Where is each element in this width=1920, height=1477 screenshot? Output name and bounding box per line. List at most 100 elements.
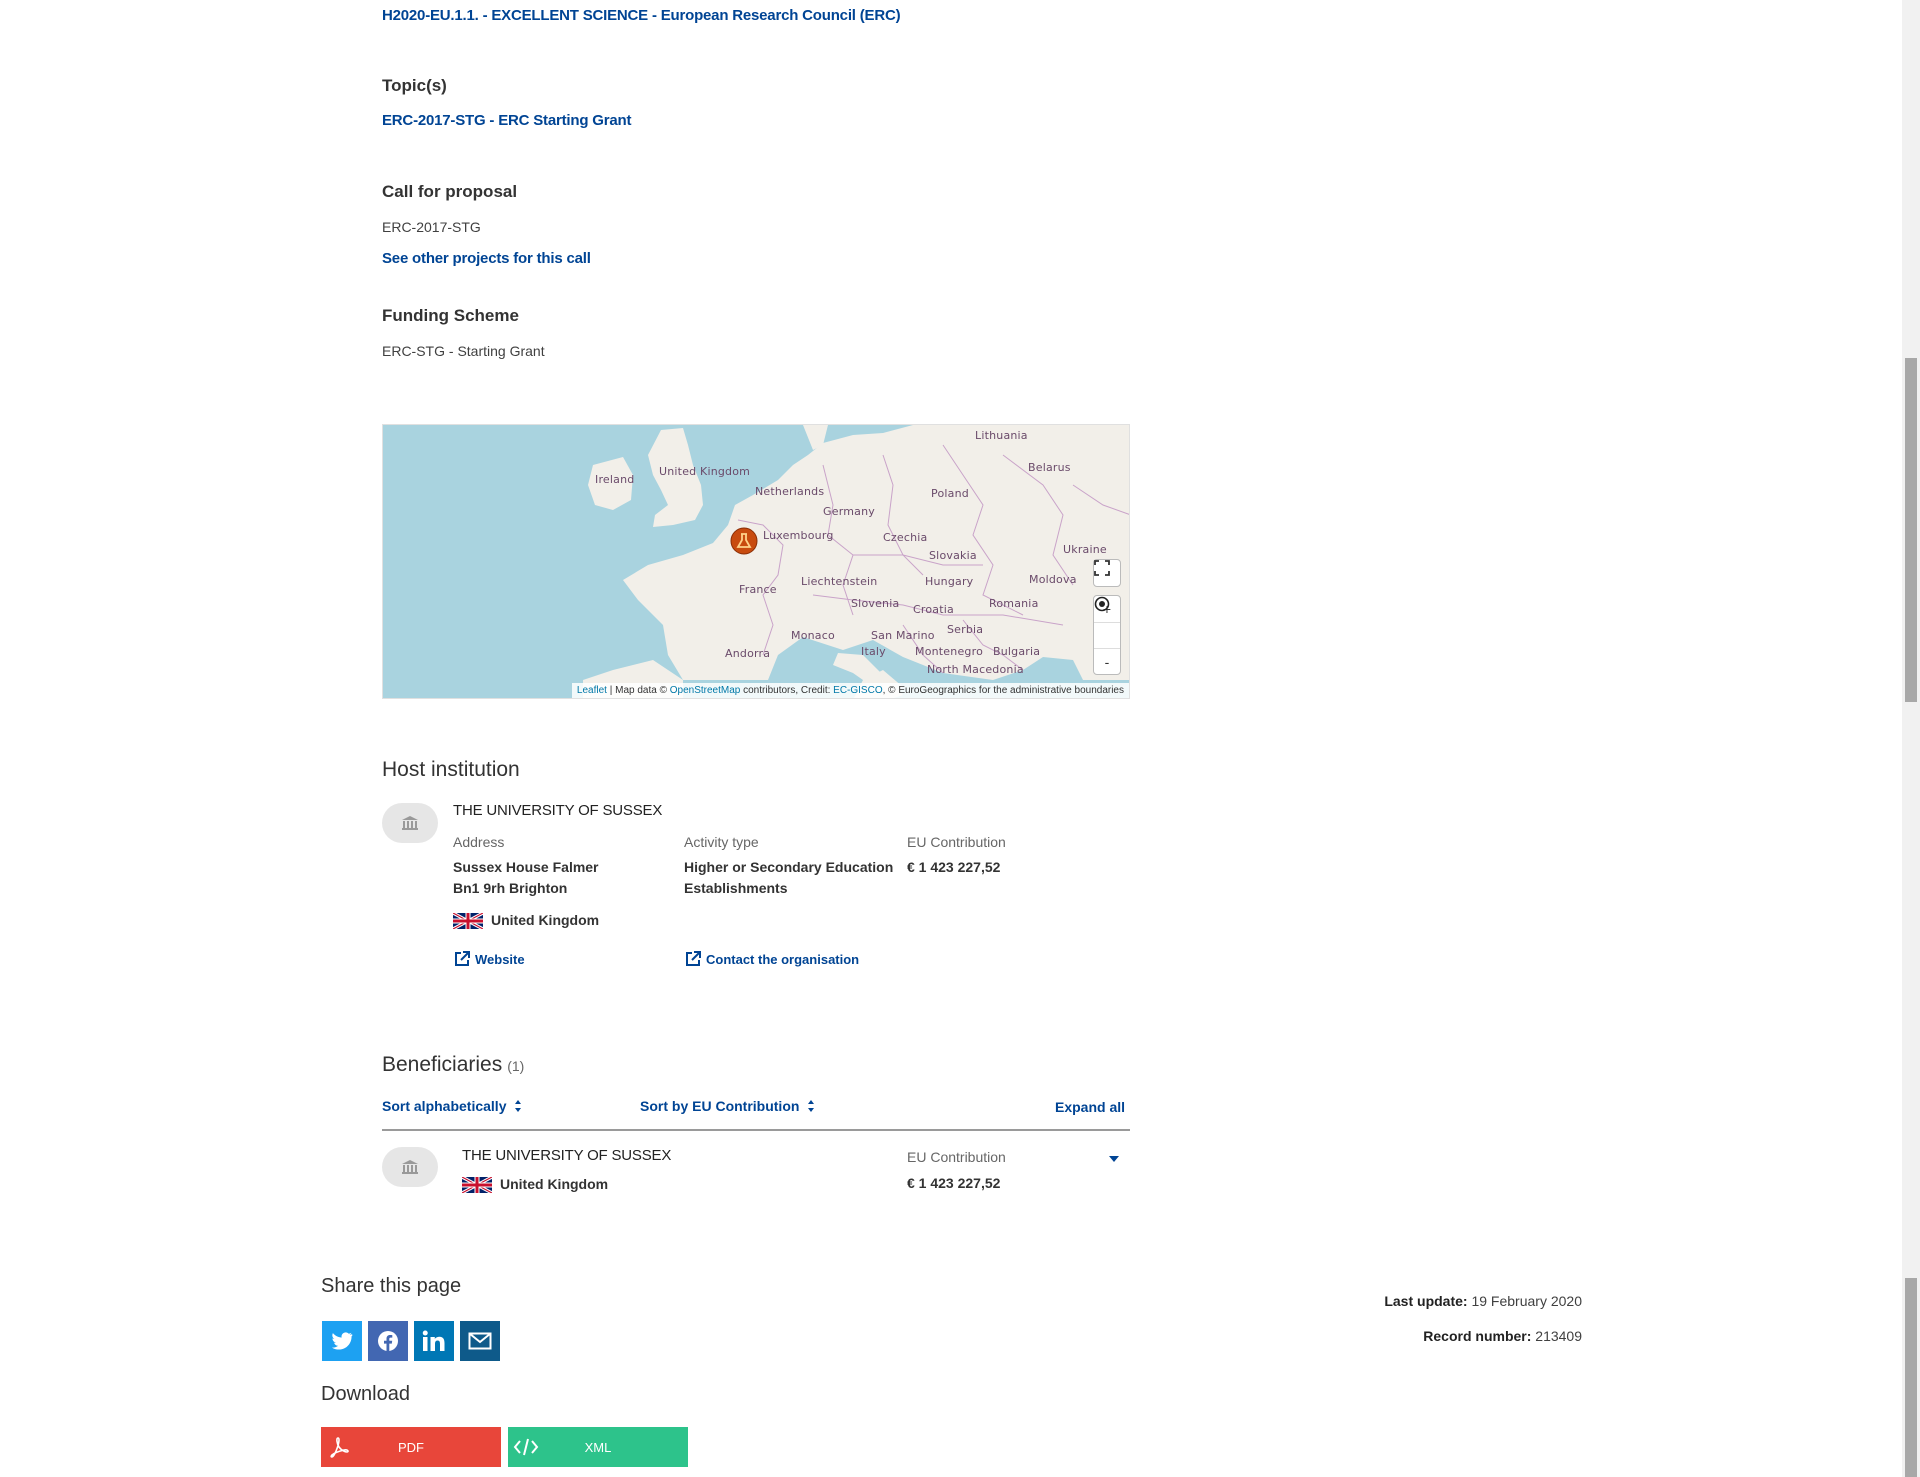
map-label-croatia: Croatia xyxy=(913,603,954,616)
map-label-united-kingdom: United Kingdom xyxy=(659,465,751,478)
activity-line-1: Higher or Secondary Education xyxy=(684,859,894,875)
last-update-label: Last update: xyxy=(1384,1293,1468,1309)
map-label-andorra: Andorra xyxy=(725,647,771,660)
page-scrollbar[interactable] xyxy=(1902,0,1920,1477)
map-label-lithuania: Lithuania xyxy=(975,429,1028,442)
external-link-icon xyxy=(686,951,701,966)
host-org-name: THE UNIVERSITY OF SUSSEX xyxy=(453,802,663,819)
expand-all-button[interactable]: Expand all xyxy=(1055,1099,1125,1115)
topic-link[interactable]: ERC-2017-STG - ERC Starting Grant xyxy=(382,112,631,129)
twitter-share-button[interactable] xyxy=(322,1321,362,1361)
locate-button[interactable] xyxy=(1094,596,1120,648)
address-label: Address xyxy=(453,834,505,850)
linkedin-share-button[interactable] xyxy=(414,1321,454,1361)
address-line-2: Bn1 9rh Brighton xyxy=(453,880,568,896)
leaflet-link[interactable]: Leaflet xyxy=(577,685,607,696)
scrollbar-thumb-lower[interactable] xyxy=(1905,1278,1917,1477)
institution-icon xyxy=(402,816,418,830)
map-label-serbia: Serbia xyxy=(947,623,984,636)
external-link-icon xyxy=(455,951,470,966)
map-label-slovakia: Slovakia xyxy=(929,549,977,562)
flask-marker-icon xyxy=(730,527,758,555)
beneficiaries-divider xyxy=(382,1129,1130,1131)
attribution-text-3: , © EuroGeographics for the administrati… xyxy=(882,685,1124,696)
map-label-bulgaria: Bulgaria xyxy=(993,645,1041,658)
beneficiaries-heading: Beneficiaries (1) xyxy=(382,1053,524,1077)
expand-row-button[interactable] xyxy=(1108,1150,1120,1168)
linkedin-icon xyxy=(422,1330,445,1351)
host-org-badge xyxy=(382,803,438,843)
map-label-france: France xyxy=(739,583,777,596)
location-marker[interactable] xyxy=(730,527,758,555)
attribution-text-2: contributors, Credit: xyxy=(740,685,834,696)
map-label-ireland: Ireland xyxy=(595,473,635,486)
host-institution-heading: Host institution xyxy=(382,758,520,781)
map-label-montenegro: Montenegro xyxy=(915,645,984,658)
zoom-out-button[interactable]: - xyxy=(1094,648,1120,674)
map-label-czechia: Czechia xyxy=(883,531,928,544)
address-line-1: Sussex House Falmer xyxy=(453,859,599,875)
map-label-san-marino: San Marino xyxy=(871,629,935,642)
beneficiary-contribution-label: EU Contribution xyxy=(907,1149,1006,1165)
pdf-icon xyxy=(321,1427,357,1467)
other-projects-link[interactable]: See other projects for this call xyxy=(382,250,591,267)
sort-alphabetically-button[interactable]: Sort alphabetically xyxy=(382,1098,522,1114)
contribution-value: € 1 423 227,52 xyxy=(907,859,1001,875)
pdf-label: PDF xyxy=(398,1439,424,1455)
caret-down-icon xyxy=(1109,1156,1119,1162)
funding-heading: Funding Scheme xyxy=(382,306,519,325)
map-label-monaco: Monaco xyxy=(791,629,835,642)
contact-link-label: Contact the organisation xyxy=(706,951,860,967)
download-pdf-button[interactable]: PDF xyxy=(321,1427,501,1467)
beneficiaries-title: Beneficiaries xyxy=(382,1053,503,1076)
call-heading: Call for proposal xyxy=(382,182,518,201)
record-number-value: 213409 xyxy=(1535,1328,1582,1344)
map-label-belarus: Belarus xyxy=(1028,461,1071,474)
map-fullscreen-control[interactable] xyxy=(1093,559,1121,587)
activity-line-2: Establishments xyxy=(684,880,788,896)
last-update: Last update: 19 February 2020 xyxy=(1282,1293,1582,1309)
scrollbar-thumb-upper[interactable] xyxy=(1905,358,1917,702)
location-map[interactable]: Lithuania Belarus Ireland United Kingdom… xyxy=(382,424,1130,699)
envelope-icon xyxy=(468,1332,492,1350)
map-label-moldova: Moldova xyxy=(1029,573,1077,586)
fullscreen-icon[interactable] xyxy=(1094,560,1120,586)
facebook-icon xyxy=(378,1331,398,1351)
beneficiary-contribution-value: € 1 423 227,52 xyxy=(907,1175,1001,1191)
sort-contrib-label: Sort by EU Contribution xyxy=(640,1098,800,1114)
last-update-value: 19 February 2020 xyxy=(1471,1293,1582,1309)
map-label-slovenia: Slovenia xyxy=(851,597,900,610)
programme-link[interactable]: H2020-EU.1.1. - EXCELLENT SCIENCE - Euro… xyxy=(382,7,901,24)
website-link-label: Website xyxy=(475,951,525,967)
map-label-ukraine: Ukraine xyxy=(1063,543,1107,556)
institution-icon xyxy=(402,1160,418,1174)
beneficiaries-count: (1) xyxy=(507,1058,525,1074)
map-label-poland: Poland xyxy=(931,487,969,500)
record-number-label: Record number: xyxy=(1423,1328,1532,1344)
download-xml-button[interactable]: XML xyxy=(508,1427,688,1467)
funding-value: ERC-STG - Starting Grant xyxy=(382,343,545,359)
map-label-germany: Germany xyxy=(823,505,875,518)
map-label-north-macedonia: North Macedonia xyxy=(927,663,1024,676)
beneficiary-org-badge xyxy=(382,1147,438,1187)
activity-label: Activity type xyxy=(684,834,759,850)
map-label-netherlands: Netherlands xyxy=(755,485,825,498)
osm-link[interactable]: OpenStreetMap xyxy=(670,685,741,696)
facebook-share-button[interactable] xyxy=(368,1321,408,1361)
download-heading: Download xyxy=(321,1383,410,1405)
host-country: United Kingdom xyxy=(453,910,599,931)
xml-label: XML xyxy=(584,1439,612,1455)
contact-organisation-link[interactable]: Contact the organisation xyxy=(684,950,859,968)
host-country-name: United Kingdom xyxy=(491,912,600,928)
map-label-romania: Romania xyxy=(989,597,1039,610)
email-share-button[interactable] xyxy=(460,1321,500,1361)
map-label-luxembourg: Luxembourg xyxy=(763,529,834,542)
gisco-link[interactable]: EC-GISCO xyxy=(833,685,882,696)
sort-by-contribution-button[interactable]: Sort by EU Contribution xyxy=(640,1098,815,1114)
beneficiary-row[interactable]: THE UNIVERSITY OF SUSSEX United Kingdom … xyxy=(382,1140,1130,1200)
code-icon xyxy=(508,1427,544,1467)
map-label-italy: Italy xyxy=(861,645,886,658)
beneficiary-country: United Kingdom xyxy=(462,1174,608,1195)
website-link[interactable]: Website xyxy=(453,950,525,968)
map-zoom-control: + - xyxy=(1093,595,1121,675)
